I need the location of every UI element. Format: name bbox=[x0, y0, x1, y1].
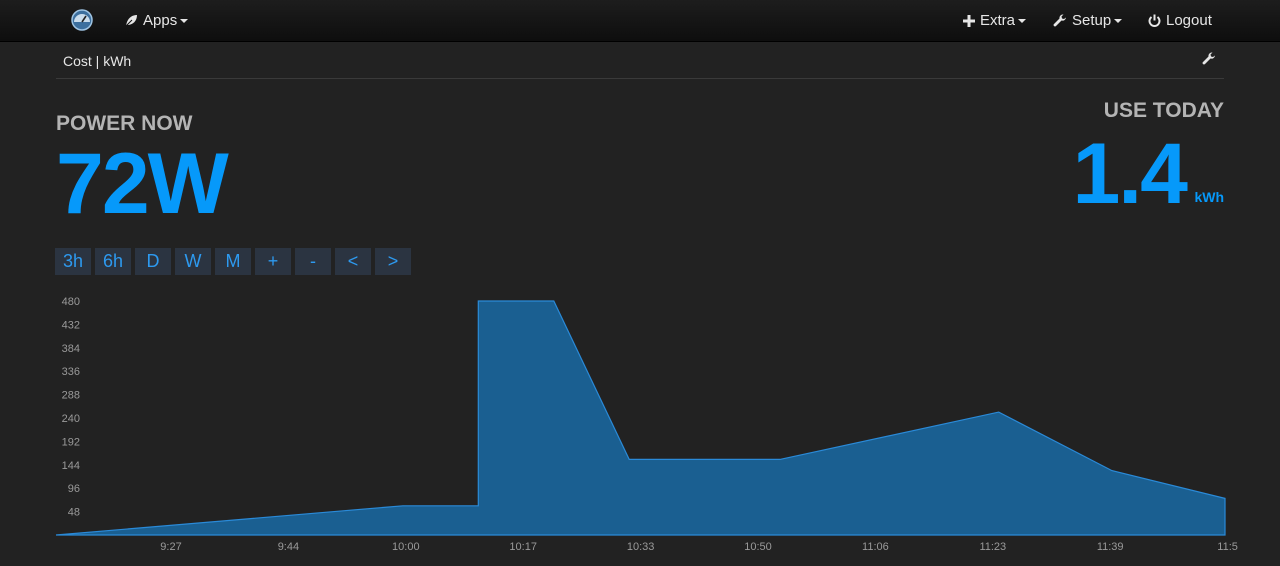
page-title: Cost | kWh bbox=[63, 53, 132, 69]
chevron-down-icon bbox=[1018, 18, 1027, 23]
apps-menu-label: Apps bbox=[143, 12, 178, 29]
power-icon bbox=[1148, 14, 1161, 27]
range-6h-button[interactable]: 6h bbox=[95, 248, 131, 275]
use-today-unit: kWh bbox=[1194, 189, 1224, 205]
power-area-series bbox=[55, 300, 1226, 536]
x-tick-label: 11:5 bbox=[1217, 541, 1238, 553]
y-tick-label: 48 bbox=[68, 507, 80, 519]
logout-label: Logout bbox=[1166, 12, 1212, 29]
chevron-down-icon bbox=[180, 18, 189, 23]
power-now-label: POWER NOW bbox=[56, 112, 193, 135]
y-axis: 480 432 384 336 288 240 192 144 96 48 bbox=[62, 296, 80, 519]
chevron-down-icon bbox=[1114, 18, 1123, 23]
leaf-icon bbox=[125, 15, 137, 27]
dashboard-logo-icon[interactable] bbox=[70, 9, 94, 31]
extra-menu[interactable]: Extra bbox=[963, 0, 1027, 41]
y-tick-label: 144 bbox=[62, 460, 80, 472]
x-tick-label: 10:33 bbox=[627, 541, 655, 553]
y-tick-label: 288 bbox=[62, 390, 80, 402]
x-tick-label: 9:44 bbox=[278, 541, 299, 553]
y-tick-label: 480 bbox=[62, 296, 80, 308]
y-tick-label: 432 bbox=[62, 319, 80, 331]
pan-right-button[interactable]: > bbox=[375, 248, 411, 275]
use-today-value: 1.4 bbox=[1072, 126, 1188, 222]
x-tick-label: 11:39 bbox=[1097, 541, 1124, 553]
extra-menu-label: Extra bbox=[980, 12, 1016, 29]
range-week-button[interactable]: W bbox=[175, 248, 211, 275]
x-axis: 9:27 9:44 10:00 10:17 10:33 10:50 11:06 11:23 11… bbox=[160, 541, 1238, 553]
x-tick-label: 10:50 bbox=[744, 541, 772, 553]
y-tick-label: 240 bbox=[62, 413, 80, 425]
range-button-group: 3h 6h D W M + - < > bbox=[55, 248, 415, 275]
page-header: Cost | kWh bbox=[56, 44, 1224, 79]
y-tick-label: 384 bbox=[62, 343, 80, 355]
plus-icon bbox=[963, 14, 975, 27]
apps-menu[interactable]: Apps bbox=[125, 0, 189, 41]
range-month-button[interactable]: M bbox=[215, 248, 251, 275]
pan-left-button[interactable]: < bbox=[335, 248, 371, 275]
zoom-in-button[interactable]: + bbox=[255, 248, 291, 275]
use-today-label: USE TODAY bbox=[1103, 99, 1224, 122]
wrench-icon bbox=[1053, 13, 1066, 26]
zoom-out-button[interactable]: - bbox=[295, 248, 331, 275]
y-tick-label: 96 bbox=[68, 483, 80, 495]
setup-menu[interactable]: Setup bbox=[1053, 0, 1123, 41]
x-tick-label: 9:27 bbox=[160, 541, 181, 553]
top-navbar: Apps Extra Setup Logout bbox=[0, 0, 1280, 42]
power-now-value: 72W bbox=[56, 136, 229, 232]
range-3h-button[interactable]: 3h bbox=[55, 248, 91, 275]
logout-button[interactable]: Logout bbox=[1148, 0, 1212, 41]
range-day-button[interactable]: D bbox=[135, 248, 171, 275]
setup-menu-label: Setup bbox=[1072, 12, 1112, 29]
power-chart[interactable]: 480 432 384 336 288 240 192 144 96 48 9:27 9:44 10:… bbox=[0, 290, 1280, 566]
wrench-icon[interactable] bbox=[1202, 52, 1216, 71]
x-tick-label: 11:23 bbox=[979, 541, 1006, 553]
x-tick-label: 10:00 bbox=[392, 541, 420, 553]
x-tick-label: 11:06 bbox=[862, 541, 889, 553]
y-tick-label: 192 bbox=[62, 436, 80, 448]
y-tick-label: 336 bbox=[62, 366, 80, 378]
x-tick-label: 10:17 bbox=[509, 541, 537, 553]
